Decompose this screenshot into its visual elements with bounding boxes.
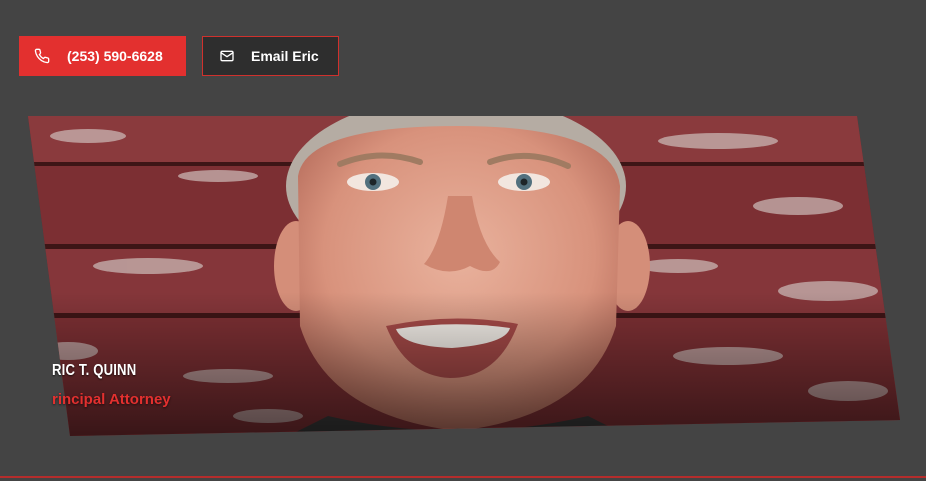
attorney-name: RIC T. QUINN [52, 362, 137, 379]
cropped-heading [0, 0, 240, 2]
attorney-photo [28, 116, 900, 436]
mail-icon [219, 48, 235, 64]
attorney-title: rincipal Attorney [52, 391, 171, 408]
call-button-label: (253) 590-6628 [67, 48, 163, 64]
email-button-label: Email Eric [251, 48, 319, 64]
email-button[interactable]: Email Eric [202, 36, 339, 76]
call-button[interactable]: (253) 590-6628 [19, 36, 186, 76]
divider [0, 476, 926, 478]
phone-icon [34, 48, 50, 64]
